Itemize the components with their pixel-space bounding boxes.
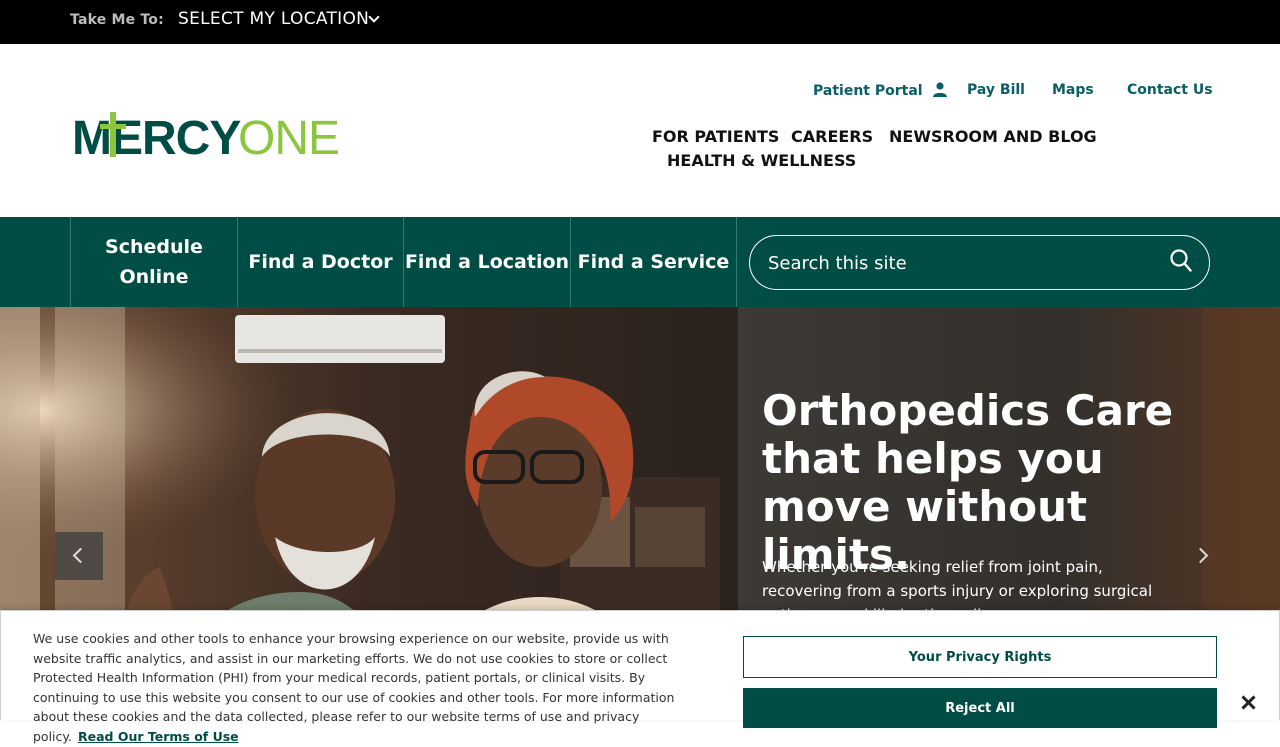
schedule-online-button[interactable]: Schedule Online <box>70 217 237 307</box>
logo-text-mercy: MERCY <box>72 112 241 162</box>
user-icon <box>933 82 948 97</box>
search-input[interactable] <box>768 248 1158 278</box>
take-me-to-label: Take Me To: <box>70 12 164 28</box>
cookie-text-block: We use cookies and other tools to enhanc… <box>33 629 703 747</box>
location-bar: Take Me To: SELECT MY LOCATION <box>0 0 1280 44</box>
nav-careers[interactable]: CAREERS <box>791 127 873 146</box>
terms-of-use-link[interactable]: Read Our Terms of Use <box>78 729 239 744</box>
chevron-down-icon[interactable] <box>368 11 380 23</box>
patient-portal-label: Patient Portal <box>813 83 923 99</box>
select-location-dropdown[interactable]: SELECT MY LOCATION <box>178 9 369 29</box>
nav-health-and-wellness[interactable]: HEALTH & WELLNESS <box>667 151 856 170</box>
nav-newsroom-and-blog[interactable]: NEWSROOM AND BLOG <box>889 127 1097 146</box>
find-a-location-button[interactable]: Find a Location <box>403 217 570 307</box>
carousel-prev-button[interactable] <box>55 532 103 580</box>
quick-actions-bar: Schedule Online Find a Doctor Find a Loc… <box>0 217 1280 307</box>
find-a-doctor-button[interactable]: Find a Doctor <box>237 217 403 307</box>
reject-all-button[interactable]: Reject All <box>743 688 1217 728</box>
contact-us-link[interactable]: Contact Us <box>1127 82 1213 98</box>
carousel-next-button[interactable] <box>1179 532 1227 580</box>
nav-for-patients[interactable]: FOR PATIENTS <box>652 127 779 146</box>
maps-link[interactable]: Maps <box>1052 82 1094 98</box>
site-search <box>749 235 1210 290</box>
hero-title: Orthopedics Care that helps you move wit… <box>762 386 1174 579</box>
privacy-rights-button[interactable]: Your Privacy Rights <box>743 636 1217 678</box>
chevron-left-icon <box>72 547 89 564</box>
cookie-text: We use cookies and other tools to enhanc… <box>33 631 675 744</box>
close-icon[interactable] <box>1239 694 1257 712</box>
pay-bill-link[interactable]: Pay Bill <box>967 82 1025 98</box>
mercyone-logo[interactable]: MERCY ONE <box>72 110 352 165</box>
find-a-service-button[interactable]: Find a Service <box>570 217 737 307</box>
logo-text-one: ONE <box>238 112 339 162</box>
patient-portal-link[interactable]: Patient Portal <box>813 82 948 99</box>
search-icon[interactable] <box>1170 249 1192 273</box>
chevron-right-icon <box>1192 547 1209 564</box>
cookie-consent-banner: We use cookies and other tools to enhanc… <box>0 610 1280 744</box>
